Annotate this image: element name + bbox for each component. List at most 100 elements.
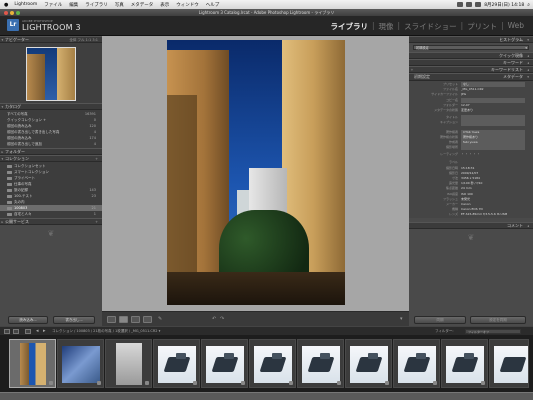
collection-set-icon [7, 182, 12, 186]
comments-header[interactable]: コメント ◂ [409, 221, 533, 229]
wifi-icon[interactable] [457, 2, 464, 7]
saved-preset-select[interactable]: 初期設定 ▾ [413, 45, 529, 50]
secondary-window-icon[interactable] [13, 329, 19, 334]
compare-view-button[interactable] [131, 316, 140, 323]
filmstrip-cell[interactable] [57, 339, 104, 388]
rotate-right-icon[interactable]: ↷ [220, 316, 224, 322]
navigator-preview[interactable] [0, 43, 102, 103]
filmstrip-thumbnail[interactable] [158, 346, 196, 383]
collapse-triangle-icon[interactable]: ▾ [527, 37, 529, 43]
collection-label: 丸の内 [14, 200, 25, 204]
add-collection-icon[interactable]: + [95, 156, 98, 162]
import-button[interactable]: 読み込み... [8, 316, 48, 324]
zoom-window-icon[interactable] [16, 10, 20, 15]
filmstrip-thumbnail[interactable] [206, 346, 244, 383]
filmstrip-thumbnail[interactable] [494, 346, 528, 383]
metadata-preset-label[interactable]: 初期設定 [414, 74, 430, 80]
filmstrip-cell[interactable] [297, 339, 344, 388]
filmstrip-thumbnail[interactable] [446, 346, 484, 383]
toolbar-menu-icon[interactable]: ▾ [400, 316, 403, 322]
main-photo[interactable] [167, 40, 345, 305]
filmstrip-thumbnail[interactable] [20, 343, 46, 385]
export-button[interactable]: 書き出し... [53, 316, 95, 324]
expand-triangle-icon[interactable]: ▸ [2, 219, 4, 225]
navigator-thumbnail[interactable] [26, 47, 76, 101]
filmstrip-cell[interactable] [489, 339, 529, 388]
collapse-triangle-icon[interactable]: ▾ [2, 104, 4, 110]
loupe-view-button[interactable] [119, 316, 128, 323]
window-titlebar[interactable]: Lightroom 3 Catalog.lrcat - Adobe Photos… [0, 9, 533, 16]
menu-lightroom[interactable]: Lightroom [14, 2, 37, 7]
badge-icon [97, 381, 101, 385]
module-web[interactable]: Web [506, 21, 526, 32]
rating-stars[interactable]: ・ ・ ・ ・ ・ [461, 152, 533, 157]
apple-menu-icon[interactable]: ● [4, 2, 8, 8]
filmstrip-cell[interactable] [105, 339, 152, 388]
filmstrip-cell[interactable] [249, 339, 296, 388]
battery-icon[interactable] [475, 2, 482, 7]
menubar-clock[interactable]: 8月29日(日) 14:18 [484, 2, 524, 8]
grid-view-button[interactable] [107, 316, 116, 323]
filter-select[interactable]: フィルターオフ [465, 329, 521, 334]
navigator-header[interactable]: ▾ ナビゲーター 全体 フル 1:1 3:1 [0, 36, 102, 43]
filmstrip-cell[interactable] [9, 339, 56, 388]
keyword-list-header[interactable]: + キーワードリスト ◂ [409, 66, 533, 73]
filmstrip-thumbnail[interactable] [62, 346, 100, 383]
filmstrip-thumbnail[interactable] [350, 346, 388, 383]
menu-photo[interactable]: 写真 [115, 2, 124, 8]
module-develop[interactable]: 現像 [377, 21, 396, 32]
menu-help[interactable]: ヘルプ [206, 2, 220, 8]
sync-metadata-button[interactable]: 同期 [414, 316, 466, 324]
survey-view-button[interactable] [143, 316, 152, 323]
menu-window[interactable]: ウィンドウ [176, 2, 199, 8]
back-arrow-icon[interactable]: ◂ [36, 328, 39, 334]
add-publish-service-icon[interactable]: + [95, 219, 98, 225]
rotate-left-icon[interactable]: ↶ [212, 316, 216, 322]
loupe-view[interactable] [102, 36, 409, 311]
filmstrip-thumbnail[interactable] [302, 346, 340, 383]
filmstrip-cell[interactable] [201, 339, 248, 388]
module-slideshow[interactable]: スライドショー [402, 21, 459, 32]
menu-library[interactable]: ライブラリ [85, 2, 108, 8]
collapse-triangle-icon[interactable]: ▾ [527, 74, 529, 80]
spotlight-icon[interactable]: ⌕ [527, 2, 530, 8]
metadata-header[interactable]: 初期設定 メタデータ ▾ [409, 73, 533, 81]
filmstrip-cell[interactable] [393, 339, 440, 388]
publish-services-header[interactable]: ▸ 公開サービス + [0, 218, 102, 225]
minimize-window-icon[interactable] [10, 10, 14, 15]
primary-window-icon[interactable] [4, 329, 10, 334]
sync-settings-button[interactable]: 設定を同期 [470, 316, 526, 324]
quick-develop-header[interactable]: クイック現像 ◂ [409, 52, 533, 59]
collection-item[interactable]: 自宅と人々 1 [0, 211, 102, 217]
filmstrip-cell[interactable] [441, 339, 488, 388]
filmstrip-thumbnail[interactable] [254, 346, 292, 383]
module-print[interactable]: プリント [465, 21, 499, 32]
expand-triangle-icon[interactable]: ◂ [527, 223, 529, 229]
catalog-item[interactable]: 前回の書き出しで追加 4 [0, 141, 102, 147]
filmstrip-thumbnail[interactable] [116, 343, 142, 385]
collections-header[interactable]: ▾ コレクション + [0, 155, 102, 162]
filmstrip-scrollbar[interactable] [0, 392, 533, 400]
filmstrip-cell[interactable] [345, 339, 392, 388]
folders-header[interactable]: ▸ フォルダー [0, 148, 102, 155]
keywords-header[interactable]: キーワード ◂ [409, 59, 533, 66]
metadata-value[interactable] [461, 145, 525, 151]
filmstrip-cell[interactable] [153, 339, 200, 388]
filmstrip-thumbnail[interactable] [398, 346, 436, 383]
painter-icon[interactable]: ✎ [158, 316, 162, 322]
metadata-value[interactable] [461, 120, 525, 126]
forward-arrow-icon[interactable]: ▸ [43, 328, 46, 334]
menu-view[interactable]: 表示 [160, 2, 169, 8]
close-window-icon[interactable] [4, 10, 8, 15]
catalog-item-label: 前回の書き出しで追加 [7, 142, 42, 146]
volume-icon[interactable] [466, 2, 473, 7]
histogram-header[interactable]: ヒストグラム ▾ [409, 36, 533, 43]
filmstrip[interactable] [0, 335, 533, 392]
collapse-triangle-icon[interactable]: ▾ [2, 156, 4, 162]
grid-icon[interactable] [25, 329, 31, 334]
menu-file[interactable]: ファイル [44, 2, 62, 8]
menu-edit[interactable]: 編集 [69, 2, 78, 8]
module-library[interactable]: ライブラリ [329, 21, 371, 32]
menu-metadata[interactable]: メタデータ [131, 2, 154, 8]
catalog-header[interactable]: ▾ カタログ [0, 103, 102, 110]
